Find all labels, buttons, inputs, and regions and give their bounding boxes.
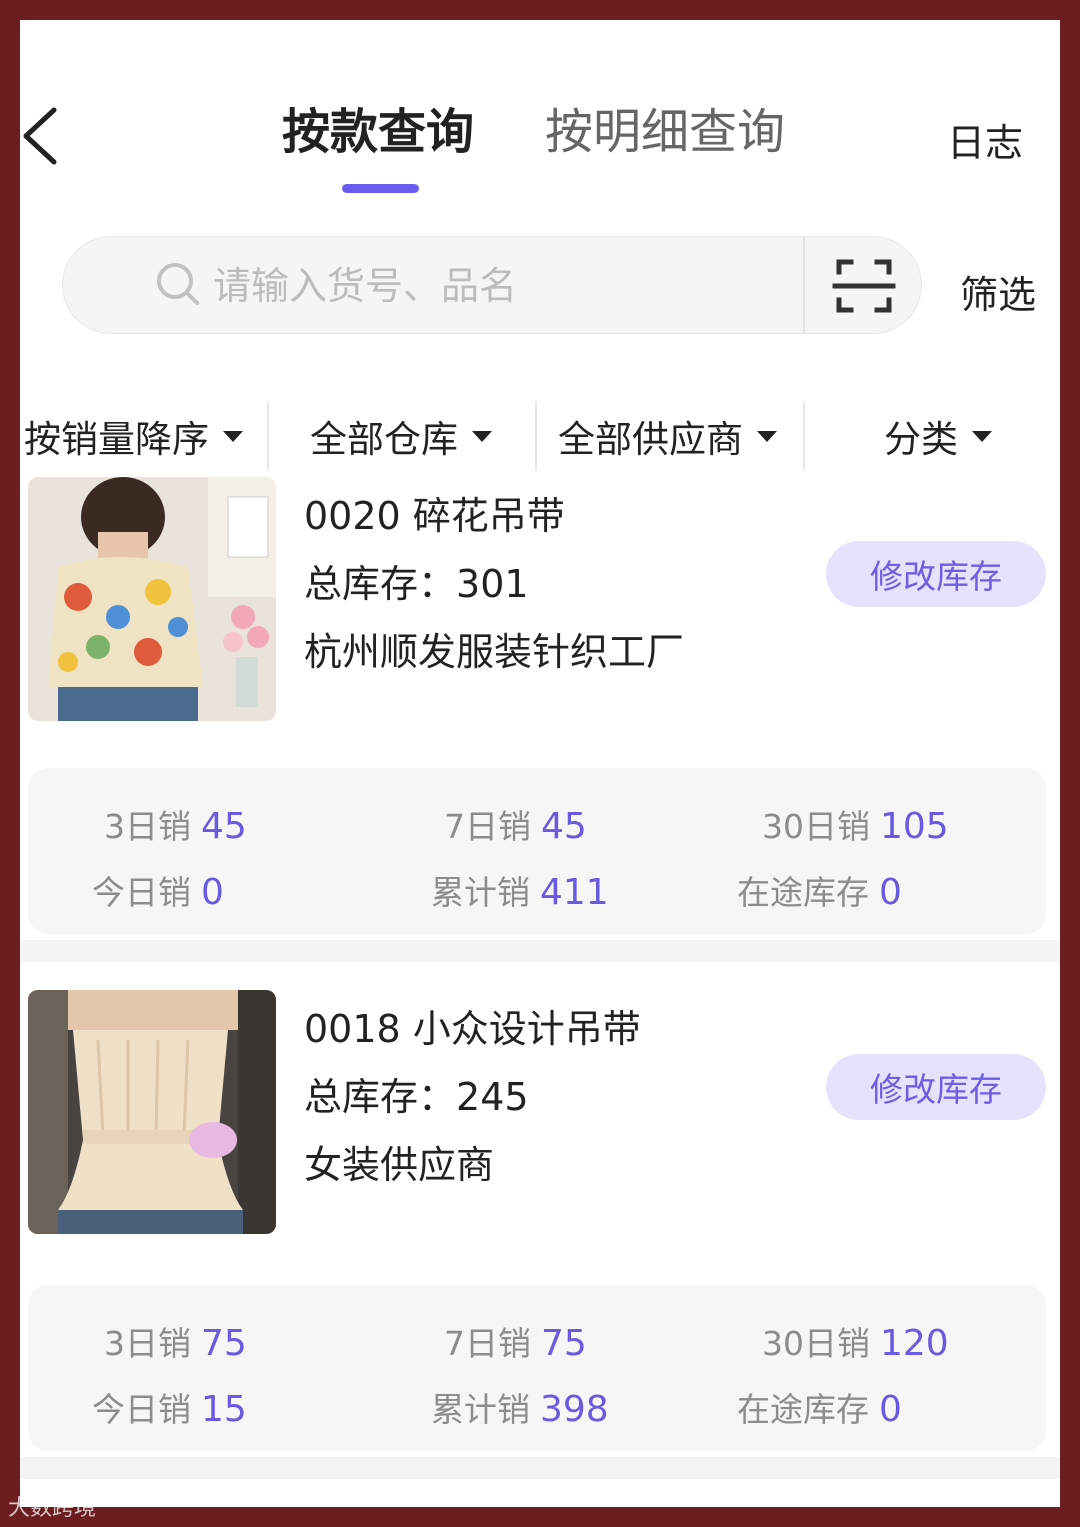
stat-today-sales: 今日销 0	[92, 866, 224, 914]
stat-label: 7日销	[444, 807, 531, 846]
category-label: 分类	[884, 418, 958, 461]
stat-label: 累计销	[431, 1390, 530, 1429]
stat-today-sales: 今日销 15	[92, 1383, 247, 1431]
caret-down-icon	[757, 430, 777, 442]
stat-value: 0	[879, 1389, 902, 1430]
app-screen: 按款查询 按明细查询 日志 筛选 按销量降序	[20, 20, 1060, 1507]
edit-stock-button[interactable]: 修改库存	[826, 1054, 1046, 1120]
supplier-dropdown[interactable]: 全部供应商	[558, 400, 777, 472]
log-link[interactable]: 日志	[947, 112, 1023, 167]
total-stock-value: 301	[456, 562, 529, 606]
product-card[interactable]: 0020 碎花吊带 总库存：301 杭州顺发服装针织工厂 修改库存 3日销 45 …	[20, 477, 1060, 934]
stat-3day-sales: 3日销 75	[104, 1317, 247, 1365]
stat-total-sales: 累计销 398	[431, 1383, 609, 1431]
stat-30day-sales: 30日销 120	[762, 1317, 949, 1365]
sort-by-sales-label: 按销量降序	[24, 418, 209, 461]
stat-value: 45	[541, 806, 587, 847]
stat-30day-sales: 30日销 105	[762, 800, 949, 848]
search-icon	[157, 263, 199, 305]
stat-value: 75	[541, 1323, 587, 1364]
warehouse-label: 全部仓库	[310, 418, 458, 461]
product-image[interactable]	[28, 477, 276, 721]
stat-label: 7日销	[444, 1324, 531, 1363]
stat-value: 411	[540, 872, 609, 913]
stat-label: 今日销	[92, 873, 191, 912]
search-bar	[62, 236, 922, 334]
category-dropdown[interactable]: 分类	[884, 400, 992, 472]
product-title: 0018 小众设计吊带	[304, 1007, 641, 1051]
sort-by-sales-dropdown[interactable]: 按销量降序	[24, 400, 243, 472]
stat-value: 15	[201, 1389, 247, 1430]
sales-stats-panel: 3日销 45 7日销 45 30日销 105 今日销 0 累计销 411 在途库存 0	[28, 768, 1046, 934]
stat-7day-sales: 7日销 45	[444, 800, 587, 848]
stat-value: 398	[540, 1389, 609, 1430]
stat-7day-sales: 7日销 75	[444, 1317, 587, 1365]
floral-top-photo	[28, 477, 276, 721]
sort-divider	[803, 402, 805, 470]
stat-label: 30日销	[762, 1324, 870, 1363]
stat-label: 3日销	[104, 807, 191, 846]
total-stock: 总库存：301	[304, 553, 529, 608]
caret-down-icon	[972, 430, 992, 442]
sort-divider	[535, 402, 537, 470]
filter-button[interactable]: 筛选	[960, 264, 1036, 319]
cami-top-photo	[28, 990, 276, 1234]
card-separator	[20, 1457, 1060, 1479]
product-supplier: 杭州顺发服装针织工厂	[304, 630, 685, 674]
scan-icon	[832, 259, 896, 313]
total-stock-value: 245	[456, 1075, 529, 1119]
warehouse-dropdown[interactable]: 全部仓库	[310, 400, 492, 472]
sort-divider	[267, 402, 269, 470]
stat-value: 75	[201, 1323, 247, 1364]
stat-label: 在途库存	[737, 1390, 869, 1429]
stat-3day-sales: 3日销 45	[104, 800, 247, 848]
stat-value: 0	[201, 872, 224, 913]
stat-label: 在途库存	[737, 873, 869, 912]
caret-down-icon	[472, 430, 492, 442]
stat-in-transit: 在途库存 0	[737, 1383, 902, 1431]
stat-label: 累计销	[431, 873, 530, 912]
stat-label: 今日销	[92, 1390, 191, 1429]
sort-bar: 按销量降序 全部仓库 全部供应商 分类	[20, 400, 1060, 472]
stat-value: 45	[201, 806, 247, 847]
product-card[interactable]: 0018 小众设计吊带 总库存：245 女装供应商 修改库存 3日销 75 7日销…	[20, 990, 1060, 1451]
stat-total-sales: 累计销 411	[431, 866, 609, 914]
stat-label: 3日销	[104, 1324, 191, 1363]
chevron-left-icon	[23, 107, 57, 165]
back-button[interactable]	[20, 100, 80, 170]
caret-down-icon	[223, 430, 243, 442]
product-supplier: 女装供应商	[304, 1143, 495, 1187]
card-separator	[20, 940, 1060, 962]
active-tab-indicator	[342, 184, 419, 193]
search-input[interactable]	[213, 255, 793, 317]
supplier-label: 全部供应商	[558, 418, 743, 461]
stat-value: 105	[880, 806, 949, 847]
stat-label: 30日销	[762, 807, 870, 846]
watermark: 大数跨境	[8, 1496, 97, 1521]
product-image[interactable]	[28, 990, 276, 1234]
total-stock-label: 总库存：	[304, 1075, 457, 1119]
product-title: 0020 碎花吊带	[304, 494, 565, 538]
stat-value: 120	[880, 1323, 949, 1364]
sales-stats-panel: 3日销 75 7日销 75 30日销 120 今日销 15 累计销 398 在途库存 0	[28, 1285, 1046, 1451]
stat-value: 0	[879, 872, 902, 913]
total-stock: 总库存：245	[304, 1066, 529, 1121]
total-stock-label: 总库存：	[304, 562, 457, 606]
stat-in-transit: 在途库存 0	[737, 866, 902, 914]
tab-by-style[interactable]: 按款查询	[282, 100, 474, 164]
scan-button[interactable]	[805, 237, 923, 333]
tab-by-detail[interactable]: 按明细查询	[545, 100, 785, 164]
edit-stock-button[interactable]: 修改库存	[826, 541, 1046, 607]
